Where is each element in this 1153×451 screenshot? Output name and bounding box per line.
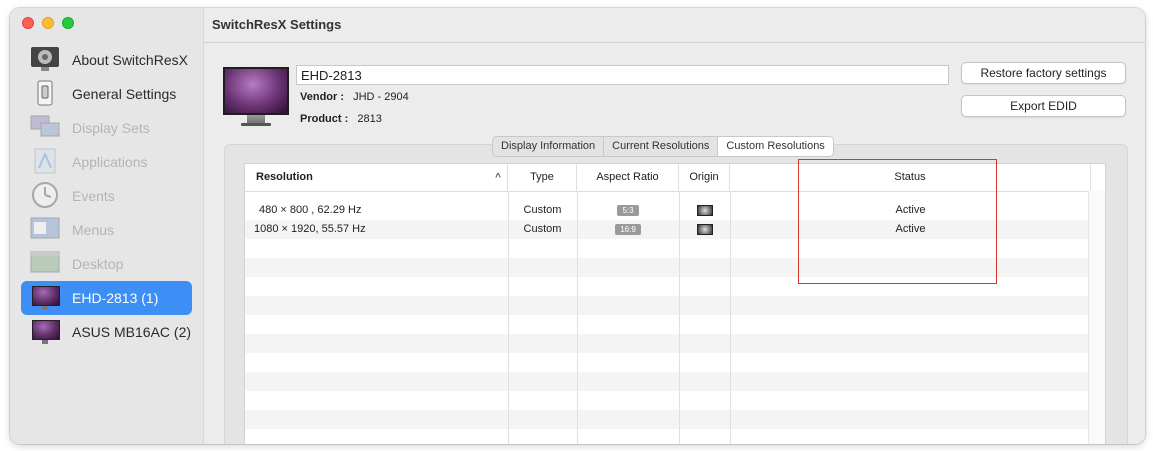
column-header-resolution[interactable]: Resolution ^ (245, 164, 508, 191)
resolution-cell: 480 × 800 , 62.29 Hz (259, 204, 362, 216)
aspect-ratio-badge: 16:9 (615, 223, 641, 235)
vendor-info: Vendor : JHD - 2904 (300, 91, 409, 103)
empty-row (245, 410, 1089, 429)
empty-row (245, 391, 1089, 410)
restore-factory-settings-button[interactable]: Restore factory settings (961, 62, 1126, 84)
column-header-aspect-ratio[interactable]: Aspect Ratio (577, 164, 679, 191)
monitor-icon (30, 284, 60, 310)
tab-custom-resolutions[interactable]: Custom Resolutions (718, 137, 833, 156)
column-divider (508, 191, 509, 444)
aspect-ratio-badge: 5:3 (617, 204, 639, 216)
sidebar-item-label: ASUS MB16AC (2) (72, 324, 192, 340)
tab-current-resolutions[interactable]: Current Resolutions (604, 137, 719, 156)
column-header-type[interactable]: Type (508, 164, 577, 191)
column-header-origin[interactable]: Origin (679, 164, 730, 191)
window-title: SwitchResX Settings (212, 17, 342, 32)
export-edid-button[interactable]: Export EDID (961, 95, 1126, 117)
light-switch-icon (30, 80, 60, 106)
product-label: Product : (300, 113, 349, 125)
empty-row (245, 334, 1089, 353)
vertical-scrollbar[interactable] (1088, 191, 1105, 444)
vendor-value: JHD - 2904 (353, 91, 409, 103)
empty-row (245, 315, 1089, 334)
empty-row (245, 372, 1089, 391)
main-pane: SwitchResX Settings EHD-2813 Vendor : JH… (204, 8, 1145, 444)
column-divider (730, 191, 731, 444)
sidebar-item-label: About SwitchResX (72, 52, 188, 68)
clock-icon (30, 182, 60, 208)
empty-row (245, 296, 1089, 315)
tab-display-information[interactable]: Display Information (493, 137, 605, 156)
monitor-origin-icon (696, 223, 713, 235)
applications-icon (30, 148, 60, 174)
origin-cell (679, 220, 730, 239)
sidebar-item-label: Menus (72, 222, 115, 238)
segmented-tabs: Display Information Current Resolutions … (492, 136, 834, 157)
sidebar-item-label: Display Sets (72, 120, 150, 136)
column-divider (577, 191, 578, 444)
close-window-button[interactable] (22, 17, 34, 29)
product-info: Product : 2813 (300, 113, 382, 125)
monitor-icon (30, 318, 60, 344)
toolbar: SwitchResX Settings (204, 8, 1145, 43)
sort-ascending-icon: ^ (495, 172, 501, 183)
type-cell: Custom (523, 204, 562, 216)
sidebar-item-label: Desktop (72, 256, 124, 272)
vendor-label: Vendor : (300, 91, 345, 103)
menus-icon (30, 216, 60, 242)
display-preview-icon (223, 67, 289, 115)
sidebar-item-label: Events (72, 188, 115, 204)
sidebar-item-label: General Settings (72, 86, 177, 102)
zoom-window-button[interactable] (62, 17, 74, 29)
resolution-cell: 1080 × 1920, 55.57 Hz (254, 223, 366, 235)
sidebar-item-events[interactable]: Events (21, 179, 192, 213)
aspect-ratio-cell: 16:9 (577, 220, 679, 239)
monitor-base (241, 123, 271, 126)
sidebar-item-desktop[interactable]: Desktop (21, 247, 192, 281)
sidebar-item-ehd-2813[interactable]: EHD-2813 (1) (21, 281, 192, 315)
origin-cell (679, 201, 730, 220)
switchresx-app-icon (30, 46, 60, 72)
sidebar-item-asus-mb16ac[interactable]: ASUS MB16AC (2) (21, 315, 192, 349)
monitor-origin-icon (696, 204, 713, 216)
sidebar-item-menus[interactable]: Menus (21, 213, 192, 247)
sidebar: About SwitchResX General Settings Displa… (10, 8, 204, 444)
display-sets-icon (30, 114, 60, 140)
minimize-window-button[interactable] (42, 17, 54, 29)
desktop-icon (30, 250, 60, 276)
sidebar-item-about[interactable]: About SwitchResX (21, 43, 192, 77)
empty-row (245, 429, 1089, 444)
type-cell: Custom (523, 223, 562, 235)
sidebar-item-label: Applications (72, 154, 148, 170)
sidebar-item-applications[interactable]: Applications (21, 145, 192, 179)
status-highlight-box (798, 159, 997, 284)
sidebar-item-display-sets[interactable]: Display Sets (21, 111, 192, 145)
display-name-field[interactable]: EHD-2813 (296, 65, 949, 85)
column-header-label: Resolution (256, 171, 313, 183)
sidebar-item-label: EHD-2813 (1) (72, 290, 159, 306)
empty-row (245, 353, 1089, 372)
column-divider (679, 191, 680, 444)
sidebar-item-general-settings[interactable]: General Settings (21, 77, 192, 111)
product-value: 2813 (357, 113, 382, 125)
aspect-ratio-cell: 5:3 (577, 201, 679, 220)
